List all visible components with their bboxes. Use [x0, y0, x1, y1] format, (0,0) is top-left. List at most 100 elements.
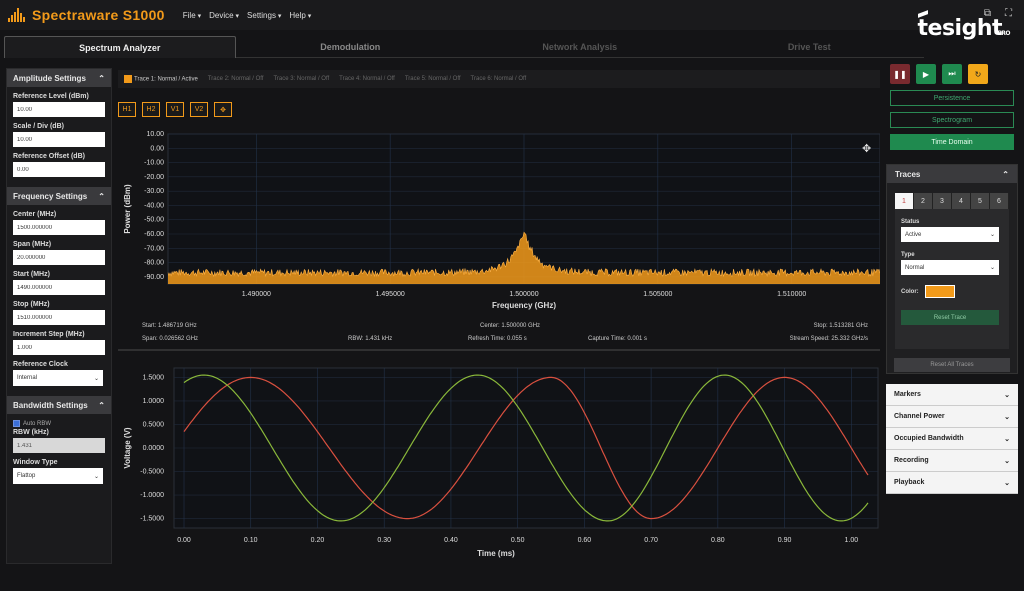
reference-clock-label: Reference Clock	[13, 361, 68, 368]
time-domain-button[interactable]: Time Domain	[890, 134, 1014, 150]
stop-label: Stop (MHz)	[13, 301, 50, 308]
v1-marker-button[interactable]: V1	[166, 102, 184, 117]
trace-tab-3[interactable]: 3	[933, 193, 952, 209]
trace-settings: Status Active ⌄ Type Normal ⌄ Color: Reset…	[895, 209, 1009, 349]
trace-tab-5[interactable]: 5	[971, 193, 990, 209]
trace-tab-1[interactable]: 1	[895, 193, 914, 209]
menu-device[interactable]: Device	[209, 11, 239, 20]
x-tick-label: 0.60	[578, 537, 592, 544]
scale-input[interactable]	[13, 132, 105, 147]
settings-sidebar: Amplitude Settings ⌃ Reference Level (dBm…	[6, 68, 112, 564]
spectrum-chart[interactable]: 10.00 0.00 -10.00 -20.00 -30.00 -40.00 -50.00 -…	[123, 131, 881, 310]
refresh-info: Refresh Time: 0.055 s	[468, 336, 527, 342]
start-label: Start (MHz)	[13, 271, 50, 278]
chevron-down-icon: ⌄	[1004, 479, 1010, 487]
markers-section[interactable]: Markers ⌄	[886, 384, 1018, 406]
increment-step-label: Increment Step (MHz)	[13, 331, 85, 338]
reference-offset-input[interactable]	[13, 162, 105, 177]
time-domain-chart[interactable]: 1.5000 1.0000 0.5000 0.0000 -0.5000 -1.0000 -1…	[123, 367, 879, 558]
type-label: Type	[901, 252, 915, 258]
h2-marker-button[interactable]: H2	[142, 102, 160, 117]
trace-4-status[interactable]: Trace 4: Normal / Off	[339, 76, 395, 82]
single-step-icon[interactable]: ⏭	[942, 64, 962, 84]
menu-settings[interactable]: Settings	[247, 11, 281, 20]
stop-input[interactable]	[13, 310, 105, 325]
traces-header[interactable]: Traces ⌃	[887, 165, 1017, 183]
trace-6-status[interactable]: Trace 6: Normal / Off	[471, 76, 527, 82]
span-input[interactable]	[13, 250, 105, 265]
y-tick-label: -80.00	[144, 260, 164, 267]
v2-marker-button[interactable]: V2	[190, 102, 208, 117]
bandwidth-settings-header[interactable]: Bandwidth Settings ⌃	[7, 396, 111, 414]
color-label: Color:	[901, 288, 919, 295]
x-tick-label: 1.00	[844, 537, 858, 544]
x-axis-label: Time (ms)	[477, 549, 515, 558]
move-icon[interactable]: ✥	[214, 102, 232, 117]
trace-tab-4[interactable]: 4	[952, 193, 971, 209]
reference-clock-select[interactable]: Internal ⌄	[13, 370, 103, 386]
chevron-down-icon: ⌄	[93, 473, 99, 480]
stop-info: Stop: 1.513281 GHz	[813, 323, 868, 329]
center-label: Center (MHz)	[13, 211, 57, 218]
window-type-select[interactable]: Flattop ⌄	[13, 468, 103, 484]
tab-drive-test[interactable]: Drive Test	[694, 36, 924, 58]
persistence-button[interactable]: Persistence	[890, 90, 1014, 106]
menu-bar: Spectraware S1000 File Device Settings H…	[0, 0, 1024, 30]
auto-rbw-checkbox[interactable]: Auto RBW	[13, 420, 105, 427]
increment-step-input[interactable]	[13, 340, 105, 355]
y-tick-label: 0.00	[150, 145, 164, 152]
channel-power-section[interactable]: Channel Power ⌄	[886, 406, 1018, 428]
y-tick-label: -1.0000	[140, 492, 164, 499]
chevron-down-icon: ⌄	[1004, 457, 1010, 465]
status-select[interactable]: Active ⌄	[901, 227, 999, 242]
menu-help[interactable]: Help	[289, 11, 311, 20]
start-input[interactable]	[13, 280, 105, 295]
refresh-icon[interactable]: ↻	[968, 64, 988, 84]
status-label: Status	[901, 219, 920, 225]
trace-1-status[interactable]: Trace 1: Normal / Active	[124, 75, 198, 83]
occupied-bandwidth-section[interactable]: Occupied Bandwidth ⌄	[886, 428, 1018, 450]
spectrogram-button[interactable]: Spectrogram	[890, 112, 1014, 128]
x-axis-label: Frequency (GHz)	[492, 301, 556, 310]
maximize-icon[interactable]: ⛶	[1005, 8, 1012, 19]
y-tick-label: -1.5000	[140, 516, 164, 523]
center-input[interactable]	[13, 220, 105, 235]
menu-file[interactable]: File	[183, 11, 201, 20]
pause-icon[interactable]: ❚❚	[890, 64, 910, 84]
trace-tab-2[interactable]: 2	[914, 193, 933, 209]
reference-level-input[interactable]	[13, 102, 105, 117]
reset-trace-button[interactable]: Reset Trace	[901, 310, 999, 325]
chevron-down-icon: ⌄	[93, 375, 99, 382]
trace-2-status[interactable]: Trace 2: Normal / Off	[208, 76, 264, 82]
x-tick-label: 1.500000	[509, 291, 538, 298]
chevron-down-icon: ⌄	[1004, 391, 1010, 399]
type-select[interactable]: Normal ⌄	[901, 260, 999, 275]
frequency-settings-header[interactable]: Frequency Settings ⌃	[7, 187, 111, 205]
recording-section[interactable]: Recording ⌄	[886, 450, 1018, 472]
play-icon[interactable]: ▶	[916, 64, 936, 84]
tab-demodulation[interactable]: Demodulation	[235, 36, 465, 58]
amplitude-settings-header[interactable]: Amplitude Settings ⌃	[7, 69, 111, 87]
reset-all-traces-button[interactable]: Reset All Traces	[894, 358, 1010, 372]
chevron-down-icon: ⌄	[989, 232, 995, 238]
move-icon: ✥	[862, 143, 871, 155]
capture-info: Capture Time: 0.001 s	[588, 336, 648, 342]
app-logo-icon	[8, 8, 26, 22]
x-tick-label: 0.30	[377, 537, 391, 544]
playback-section[interactable]: Playback ⌄	[886, 472, 1018, 494]
trace-5-status[interactable]: Trace 5: Normal / Off	[405, 76, 461, 82]
trace-color-picker[interactable]	[924, 285, 955, 298]
center-info: Center: 1.500000 GHz	[480, 323, 541, 329]
collapsible-sections: Markers ⌄ Channel Power ⌄ Occupied Bandwid…	[886, 384, 1018, 494]
y-tick-label: 0.5000	[143, 421, 165, 428]
h1-marker-button[interactable]: H1	[118, 102, 136, 117]
y-tick-label: 0.0000	[143, 445, 165, 452]
y-tick-label: -70.00	[144, 245, 164, 252]
trace-tab-6[interactable]: 6	[990, 193, 1009, 209]
trace-number-tabs: 1 2 3 4 5 6	[895, 193, 1017, 209]
x-tick-label: 0.70	[644, 537, 658, 544]
tab-network-analysis[interactable]: Network Analysis	[465, 36, 695, 58]
trace-3-status[interactable]: Trace 3: Normal / Off	[273, 76, 329, 82]
y-tick-label: -40.00	[144, 202, 164, 209]
tab-spectrum-analyzer[interactable]: Spectrum Analyzer	[4, 36, 236, 58]
